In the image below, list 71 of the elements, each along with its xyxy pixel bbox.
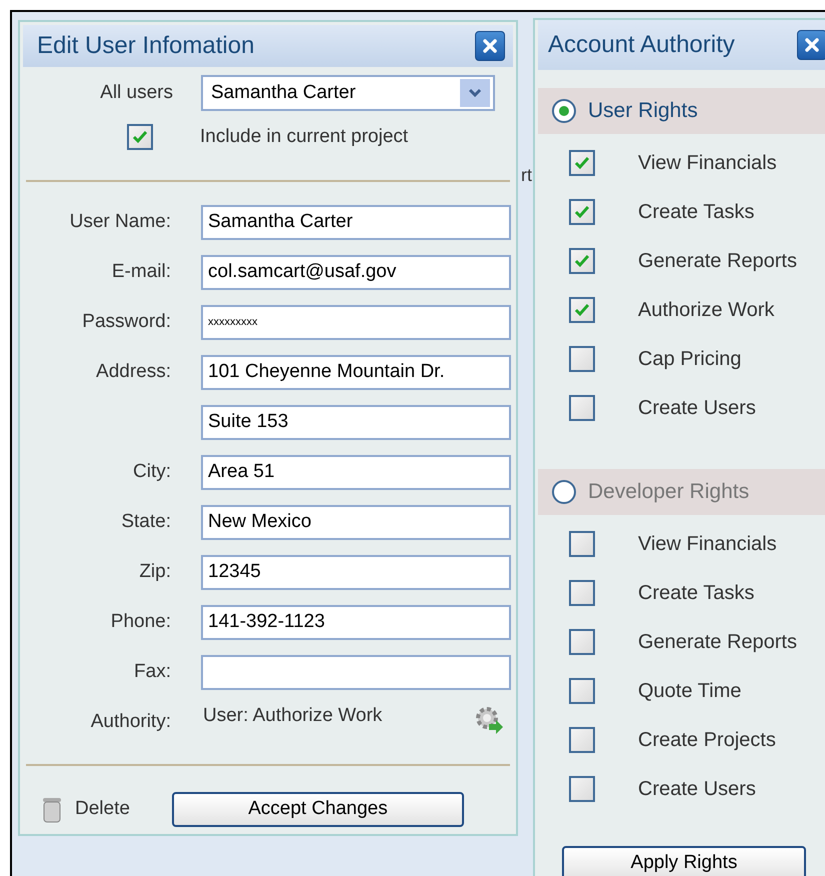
- checkbox[interactable]: [569, 297, 595, 323]
- checkmark-icon: [132, 130, 148, 144]
- input-field[interactable]: Suite 153: [201, 404, 511, 440]
- checkbox[interactable]: [569, 580, 595, 606]
- dialog-title: Edit User Infomation: [37, 31, 254, 61]
- checkbox-label: Create Users: [638, 396, 756, 421]
- checkbox[interactable]: [569, 199, 595, 225]
- checkbox-label: View Financials: [638, 151, 777, 176]
- checkbox-label: Include in current project: [200, 125, 408, 149]
- checkbox-label: Authorize Work: [638, 298, 774, 323]
- input-field[interactable]: New Mexico: [201, 504, 511, 540]
- password-field[interactable]: xxxxxxxxx: [201, 304, 511, 340]
- radio-label: User Rights: [588, 98, 698, 124]
- input-field[interactable]: 141-392-1123: [201, 604, 511, 640]
- input-field[interactable]: 101 Cheyenne Mountain Dr.: [201, 354, 511, 390]
- field-label: Password:: [82, 310, 171, 332]
- checkbox[interactable]: [569, 678, 595, 704]
- apply-rights-button[interactable]: Apply Rights: [562, 846, 806, 876]
- field-label: E-mail:: [112, 260, 171, 282]
- checkbox-label: Create Tasks: [638, 200, 754, 225]
- checkmark-icon: [574, 254, 590, 268]
- radio-button[interactable]: [552, 99, 576, 123]
- checkbox[interactable]: [569, 727, 595, 753]
- background-text: rt: [521, 164, 532, 187]
- checkbox-label: Generate Reports: [638, 249, 797, 274]
- checkbox[interactable]: [127, 124, 153, 150]
- checkmark-icon: [574, 303, 590, 317]
- close-icon: [804, 37, 820, 53]
- authority-value: User: Authorize Work: [203, 704, 382, 728]
- user-dropdown[interactable]: Samantha Carter: [201, 75, 495, 111]
- checkbox[interactable]: [569, 629, 595, 655]
- field-label: State:: [121, 510, 171, 532]
- input-field[interactable]: 12345: [201, 554, 511, 590]
- checkbox[interactable]: [569, 150, 595, 176]
- close-button[interactable]: [797, 30, 825, 60]
- checkbox[interactable]: [569, 346, 595, 372]
- checkbox-label: Generate Reports: [638, 630, 797, 655]
- input-field[interactable]: Samantha Carter: [201, 204, 511, 240]
- field-label: All users: [99, 80, 173, 105]
- checkbox[interactable]: [569, 531, 595, 557]
- field-label: User Name:: [70, 210, 171, 232]
- close-button[interactable]: [475, 31, 505, 61]
- field-label: Address:: [96, 360, 171, 382]
- accept-changes-button[interactable]: Accept Changes: [172, 792, 464, 827]
- delete-link[interactable]: Delete: [75, 795, 130, 824]
- checkbox-label: Quote Time: [638, 679, 742, 704]
- checkbox[interactable]: [569, 248, 595, 274]
- field-label: Fax:: [134, 660, 171, 682]
- radio-button[interactable]: [552, 480, 576, 504]
- checkbox-label: Create Tasks: [638, 581, 754, 606]
- field-label: Zip:: [139, 560, 171, 582]
- checkbox-label: View Financials: [638, 532, 777, 557]
- checkbox-label: Cap Pricing: [638, 347, 742, 372]
- checkbox[interactable]: [569, 776, 595, 802]
- input-field[interactable]: [201, 654, 511, 690]
- field-label: City:: [133, 460, 171, 482]
- field-label: Authority:: [90, 710, 171, 734]
- checkbox-label: Create Projects: [638, 728, 776, 753]
- checkbox[interactable]: [569, 395, 595, 421]
- dropdown-button[interactable]: [460, 79, 490, 107]
- radio-label: Developer Rights: [588, 479, 750, 506]
- checkmark-icon: [574, 205, 590, 219]
- input-field[interactable]: col.samcart@usaf.gov: [201, 254, 511, 290]
- panel-title: Account Authority: [548, 30, 735, 60]
- field-label: Phone:: [110, 610, 171, 632]
- input-field[interactable]: Area 51: [201, 454, 511, 490]
- chevron-down-icon: [468, 88, 482, 98]
- checkbox-label: Create Users: [638, 777, 756, 802]
- checkmark-icon: [574, 156, 590, 170]
- trash-icon[interactable]: [41, 796, 63, 824]
- close-icon: [482, 38, 498, 54]
